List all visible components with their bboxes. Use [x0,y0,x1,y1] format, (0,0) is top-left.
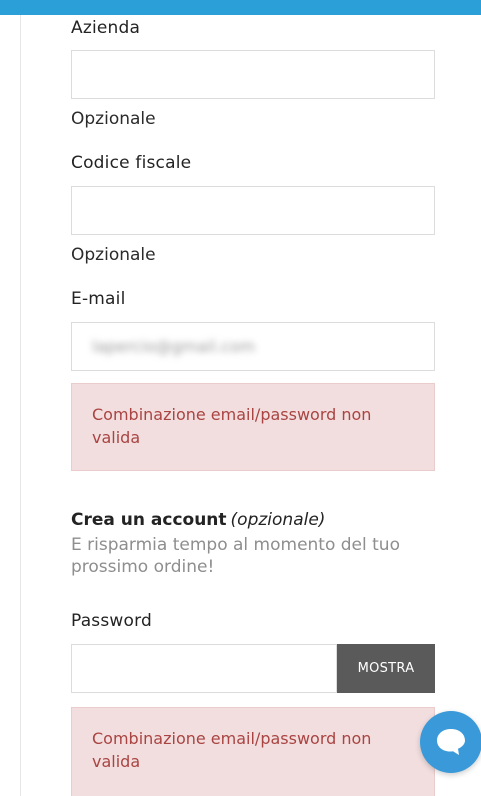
password-input[interactable] [71,644,337,693]
company-label: Azienda [71,18,141,38]
tax-code-helper-text: Opzionale [71,245,156,265]
email-input[interactable]: lapercio@gmail.com [71,322,435,371]
password-error-alert: Combinazione email/password non valida [71,707,435,796]
chat-button[interactable] [420,711,481,773]
create-account-optional: (opzionale) [230,510,326,530]
password-label: Password [71,611,153,631]
tax-code-label: Codice fiscale [71,153,192,173]
create-account-subtitle: E risparmia tempo al momento del tuo pro… [71,535,400,577]
email-value: lapercio@gmail.com [92,337,256,356]
email-label: E-mail [71,289,126,309]
email-error-alert: Combinazione email/password non valida [71,383,435,471]
company-helper-text: Opzionale [71,109,156,129]
create-account-heading: Crea un account [71,510,227,530]
chat-bubble-icon [437,729,465,755]
show-password-button[interactable]: MOSTRA [337,644,435,693]
tax-code-input[interactable] [71,186,435,235]
create-account-title: Crea un account (opzionale) [71,510,325,530]
email-error-text: Combinazione email/password non valida [92,405,372,447]
top-header-bar [0,0,481,15]
password-error-text: Combinazione email/password non valida [92,729,372,771]
company-input[interactable] [71,50,435,99]
